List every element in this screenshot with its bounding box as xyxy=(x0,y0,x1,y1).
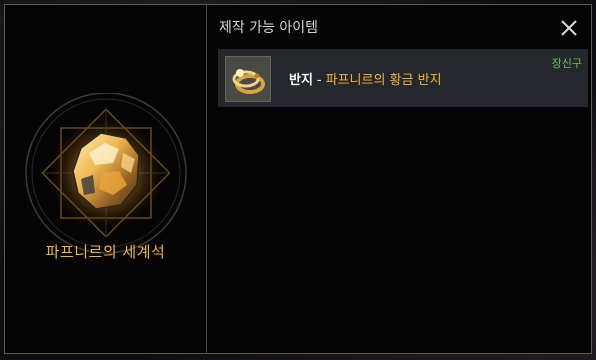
craftable-items-dialog: 파프니르의 세계석 제작 가능 아이템 장신구 반지 - 파프니르의 황금 반지 xyxy=(4,4,592,354)
gold-ring-icon xyxy=(225,56,271,102)
gold-ring-graphic xyxy=(232,69,265,94)
panel-divider xyxy=(206,5,207,353)
dialog-title: 제작 가능 아이템 xyxy=(219,20,319,36)
item-name: 파프니르의 황금 반지 xyxy=(325,73,442,88)
item-type: 반지 xyxy=(289,73,313,88)
close-icon[interactable] xyxy=(559,18,579,38)
material-panel: 파프니르의 세계석 xyxy=(5,5,206,353)
material-name: 파프니르의 세계석 xyxy=(45,243,166,261)
gold-ore-icon xyxy=(25,93,187,254)
item-separator: - xyxy=(316,73,322,88)
item-label: 반지 - 파프니르의 황금 반지 xyxy=(289,69,442,88)
craftable-item-row[interactable]: 장신구 반지 - 파프니르의 황금 반지 xyxy=(218,49,588,107)
item-category: 장신구 xyxy=(551,57,582,70)
